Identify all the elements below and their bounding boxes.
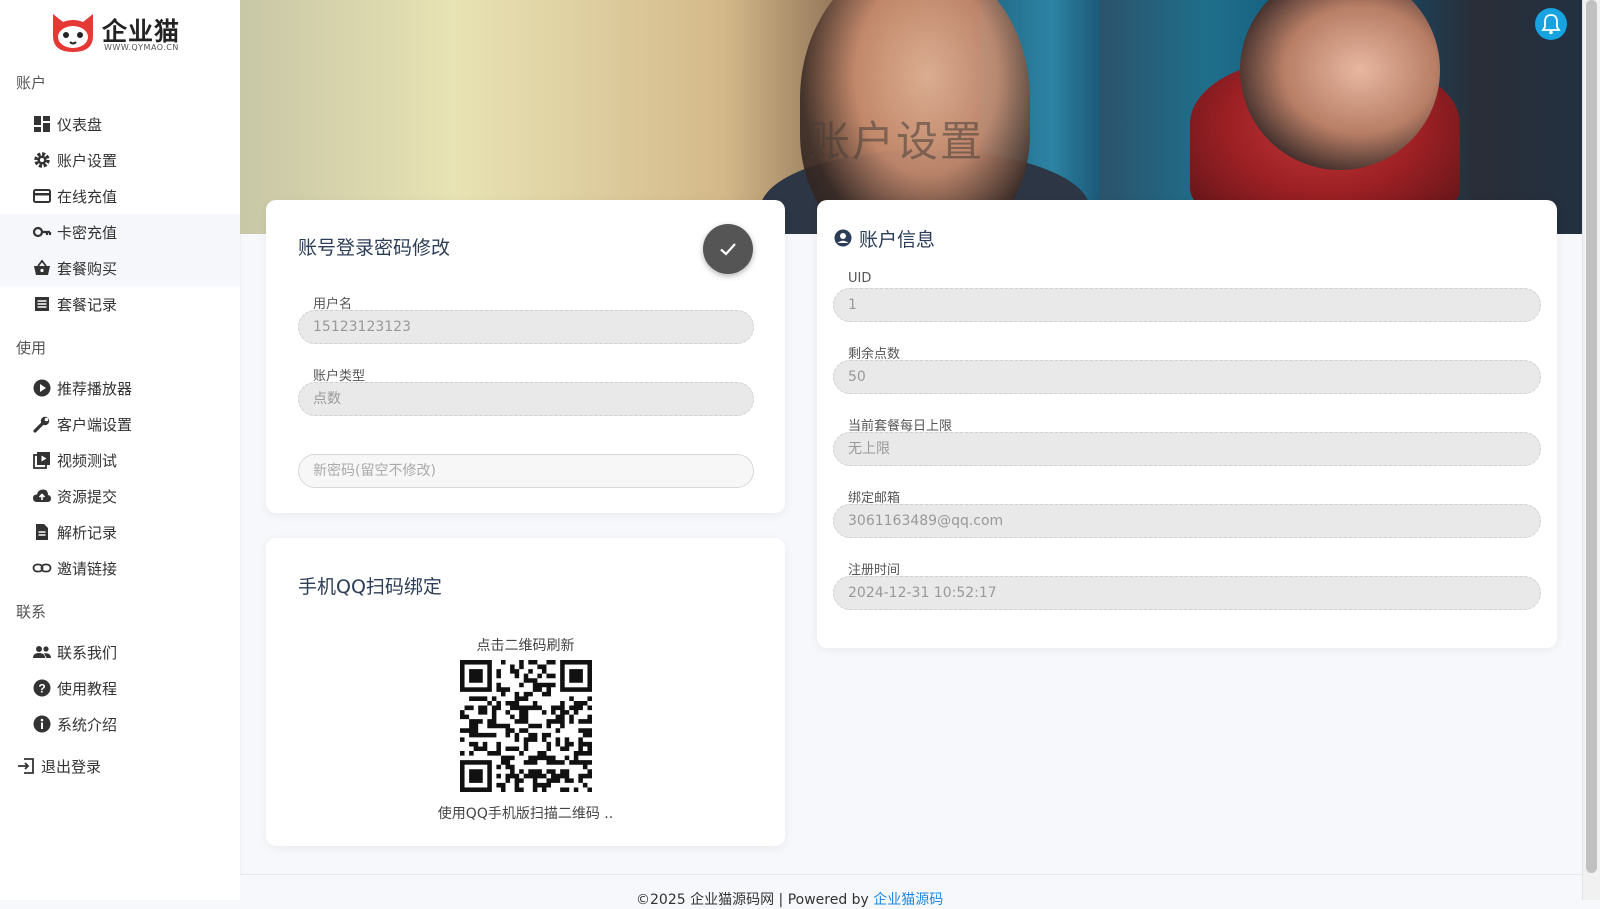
qr-scan-hint: 使用QQ手机版扫描二维码 .. (437, 806, 614, 822)
document-icon (36, 524, 48, 540)
sidebar-item-label: 客户端设置 (57, 416, 133, 434)
info-field-label: UID (848, 271, 872, 286)
sidebar-item-video-test[interactable]: 视频测试 (0, 442, 240, 478)
scrollbar[interactable] (1582, 0, 1600, 900)
sidebar-item-label: 套餐记录 (57, 296, 118, 314)
new-password-input[interactable]: 新密码(留空不修改) (298, 454, 754, 488)
dashboard-icon (34, 116, 50, 132)
password-card-title: 账号登录密码修改 (298, 237, 451, 259)
help-circle-icon: ? (33, 679, 51, 697)
sidebar-item-invite-link[interactable]: 邀请链接 (0, 550, 240, 586)
footer: ©2025 企业猫源码网 | Powered by 企业猫源码 (240, 874, 1583, 908)
daily-limit-field[interactable]: 无上限 (833, 432, 1541, 466)
sidebar-item-package-records[interactable]: 套餐记录 (0, 286, 240, 322)
account-type-field[interactable]: 点数 (298, 382, 754, 416)
password-card: 账号登录密码修改 用户名 15123123123 账户类型 点数 新密码(留空不… (266, 200, 785, 513)
sidebar-item-account-settings[interactable]: 账户设置 (0, 142, 240, 178)
cat-logo-icon (53, 14, 93, 52)
account-info-title: 账户信息 (859, 229, 936, 251)
basket-icon (34, 259, 50, 275)
gear-icon (34, 152, 50, 168)
account-info-card: 账户信息 UID 1 剩余点数 50 当前套餐每日上限 无上限 绑定邮箱 306… (817, 200, 1557, 648)
sidebar-item-system-intro[interactable]: 系统介绍 (0, 706, 240, 742)
sidebar-item-card-recharge[interactable]: 卡密充值 (0, 214, 240, 250)
uid-field[interactable]: 1 (833, 288, 1541, 322)
checkmark-icon (720, 243, 736, 256)
section-title-contact: 联系 (16, 603, 47, 621)
link-icon (32, 563, 52, 573)
page-title: 账户设置 (808, 117, 985, 166)
video-library-icon (33, 452, 50, 469)
logout-icon (18, 758, 34, 774)
info-circle-icon (33, 715, 51, 733)
sidebar-item-online-recharge[interactable]: 在线充值 (0, 178, 240, 214)
people-icon (33, 646, 51, 658)
save-password-button[interactable] (703, 224, 753, 274)
sidebar-item-client-settings[interactable]: 客户端设置 (0, 406, 240, 442)
bell-icon (1541, 14, 1561, 35)
hero-banner: 账户设置 (240, 0, 1583, 234)
sidebar-item-label: 账户设置 (57, 152, 118, 170)
sidebar-item-tutorial[interactable]: ? 使用教程 (0, 670, 240, 706)
section-title-usage: 使用 (16, 339, 47, 357)
sidebar-item-label: 邀请链接 (57, 560, 118, 578)
register-time-field[interactable]: 2024-12-31 10:52:17 (833, 576, 1541, 610)
cloud-upload-icon (33, 489, 51, 502)
sidebar-item-label: 联系我们 (57, 644, 118, 662)
logout-button[interactable]: 退出登录 (0, 748, 240, 784)
play-circle-icon (33, 379, 51, 397)
sidebar: 企业猫 WWW.QYMAO.CN 账户 仪表盘 账户设置 在线充值 卡密充值 套… (0, 0, 241, 900)
key-icon (32, 226, 52, 238)
qr-code[interactable] (460, 660, 592, 792)
footer-text: ©2025 企业猫源码网 | Powered by 企业猫源码 (636, 889, 943, 909)
sidebar-item-parse-records[interactable]: 解析记录 (0, 514, 240, 550)
wrench-icon (33, 416, 50, 433)
sidebar-item-recommended-player[interactable]: 推荐播放器 (0, 370, 240, 406)
scrollbar-thumb[interactable] (1586, 0, 1597, 873)
sidebar-item-label: 在线充值 (57, 188, 118, 206)
username-field[interactable]: 15123123123 (298, 310, 754, 344)
sidebar-item-label: 仪表盘 (57, 116, 103, 134)
sidebar-item-label: 视频测试 (57, 452, 118, 470)
credit-card-icon (33, 189, 51, 203)
list-icon (35, 297, 49, 311)
footer-copyright: ©2025 企业猫源码网 | Powered by (636, 892, 874, 908)
notification-button[interactable] (1535, 8, 1567, 40)
brand-url: WWW.QYMAO.CN (104, 43, 179, 52)
sidebar-item-contact-us[interactable]: 联系我们 (0, 634, 240, 670)
sidebar-item-package-purchase[interactable]: 套餐购买 (0, 250, 240, 286)
sidebar-item-label: 资源提交 (57, 488, 118, 506)
sidebar-item-label: 推荐播放器 (57, 380, 133, 398)
sidebar-item-dashboard[interactable]: 仪表盘 (0, 106, 240, 142)
qr-refresh-hint: 点击二维码刷新 (476, 638, 575, 654)
svg-text:?: ? (38, 682, 45, 696)
sidebar-item-label: 解析记录 (57, 524, 118, 542)
user-circle-icon (834, 229, 852, 247)
logout-label: 退出登录 (41, 758, 102, 776)
sidebar-item-label: 系统介绍 (57, 716, 118, 734)
sidebar-item-resource-submit[interactable]: 资源提交 (0, 478, 240, 514)
qq-bind-card: 手机QQ扫码绑定 点击二维码刷新 使用QQ手机版扫描二维码 .. (266, 538, 785, 846)
bound-email-field[interactable]: 3061163489@qq.com (833, 504, 1541, 538)
sidebar-item-label: 卡密充值 (57, 224, 118, 242)
remaining-points-field[interactable]: 50 (833, 360, 1541, 394)
footer-link[interactable]: 企业猫源码 (873, 892, 943, 908)
qq-card-title: 手机QQ扫码绑定 (298, 576, 442, 598)
brand-logo[interactable]: 企业猫 WWW.QYMAO.CN (50, 10, 200, 56)
section-title-account: 账户 (16, 74, 47, 92)
sidebar-item-label: 使用教程 (57, 680, 118, 698)
sidebar-item-label: 套餐购买 (57, 260, 118, 278)
